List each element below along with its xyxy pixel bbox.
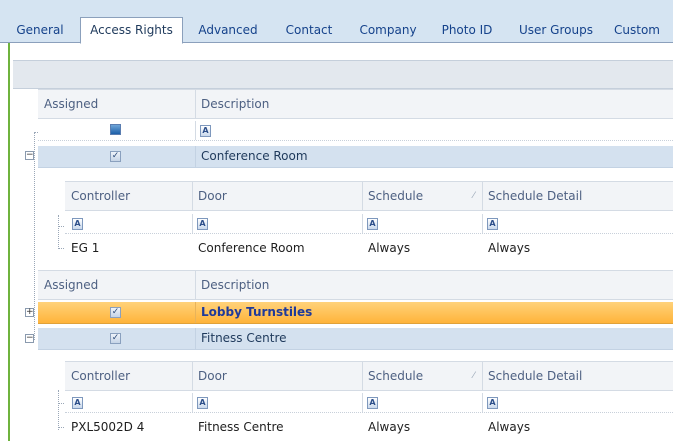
tab-bar: General Access Rights Advanced Contact C…: [0, 0, 673, 44]
filter-checkbox-assigned[interactable]: [110, 124, 121, 135]
tab-contact[interactable]: Contact: [272, 19, 346, 43]
tab-custom[interactable]: Custom: [608, 19, 673, 43]
tree-line: [58, 390, 59, 430]
collapse-button[interactable]: −: [25, 334, 34, 343]
group-by-panel[interactable]: [13, 60, 673, 89]
filter-row: A: [38, 121, 673, 141]
master-row-fitness-centre[interactable]: ✓ Fitness Centre: [38, 328, 673, 350]
schedule-cell: Always: [368, 241, 411, 255]
column-header-schedule-detail[interactable]: Schedule Detail: [482, 182, 673, 210]
column-header-schedule[interactable]: Schedule: [362, 362, 482, 390]
schedule-detail-cell: Always: [488, 241, 531, 255]
tree-line: [58, 215, 59, 249]
column-header-schedule[interactable]: Schedule: [362, 182, 482, 210]
master-row-lobby-turnstiles[interactable]: ✓ Lobby Turnstiles: [38, 302, 673, 324]
column-header-assigned[interactable]: Assigned: [38, 271, 195, 299]
column-header-controller[interactable]: Controller: [65, 362, 192, 390]
assigned-checkbox[interactable]: ✓: [110, 151, 121, 162]
tab-company[interactable]: Company: [348, 19, 428, 43]
description-cell: Conference Room: [201, 149, 308, 163]
filter-text-icon[interactable]: A: [72, 218, 83, 230]
filter-text-icon[interactable]: A: [72, 397, 83, 409]
controller-cell: PXL5002D 4: [71, 420, 145, 434]
column-header-assigned[interactable]: Assigned: [38, 90, 195, 118]
detail-filter-row: A A A A: [65, 393, 673, 413]
column-header-description[interactable]: Description: [195, 90, 673, 118]
detail-header: Controller Door Schedule ⁄ Schedule Deta…: [65, 361, 673, 391]
schedule-cell: Always: [368, 420, 411, 434]
filter-text-icon[interactable]: A: [487, 218, 498, 230]
column-header-door[interactable]: Door: [192, 182, 362, 210]
description-cell: Lobby Turnstiles: [201, 305, 313, 319]
column-header-description[interactable]: Description: [195, 271, 673, 299]
filter-text-icon[interactable]: A: [367, 397, 378, 409]
expand-button[interactable]: +: [25, 308, 34, 317]
sort-icon: ⁄: [473, 371, 475, 381]
column-header-controller[interactable]: Controller: [65, 182, 192, 210]
filter-text-icon[interactable]: A: [197, 218, 208, 230]
tab-user-groups[interactable]: User Groups: [506, 19, 606, 43]
filter-text-icon[interactable]: A: [367, 218, 378, 230]
schedule-detail-cell: Always: [488, 420, 531, 434]
detail-header: Controller Door Schedule ⁄ Schedule Deta…: [65, 181, 673, 211]
sort-icon: ⁄: [473, 191, 475, 201]
assigned-checkbox[interactable]: ✓: [110, 307, 121, 318]
tab-photo-id[interactable]: Photo ID: [430, 19, 504, 43]
master-row-conference-room[interactable]: ✓ Conference Room: [38, 146, 673, 168]
tab-general[interactable]: General: [2, 19, 78, 43]
door-cell: Fitness Centre: [198, 420, 284, 434]
collapse-button[interactable]: −: [25, 151, 34, 160]
description-cell: Fitness Centre: [201, 331, 287, 345]
tab-advanced[interactable]: Advanced: [186, 19, 270, 43]
detail-filter-row: A A A A: [65, 214, 673, 234]
detail-row[interactable]: PXL5002D 4 Fitness Centre Always Always: [65, 416, 673, 438]
filter-text-icon[interactable]: A: [197, 397, 208, 409]
tab-access-rights[interactable]: Access Rights: [80, 17, 183, 44]
assigned-checkbox[interactable]: ✓: [110, 333, 121, 344]
door-cell: Conference Room: [198, 241, 305, 255]
master-header: Assigned Description: [38, 270, 673, 300]
column-header-schedule-detail[interactable]: Schedule Detail: [482, 362, 673, 390]
tree-line: [34, 132, 35, 340]
filter-text-icon[interactable]: A: [200, 125, 211, 137]
master-header: Assigned Description: [38, 89, 673, 119]
column-header-door[interactable]: Door: [192, 362, 362, 390]
controller-cell: EG 1: [71, 241, 100, 255]
detail-row[interactable]: EG 1 Conference Room Always Always: [65, 237, 673, 259]
filter-text-icon[interactable]: A: [487, 397, 498, 409]
